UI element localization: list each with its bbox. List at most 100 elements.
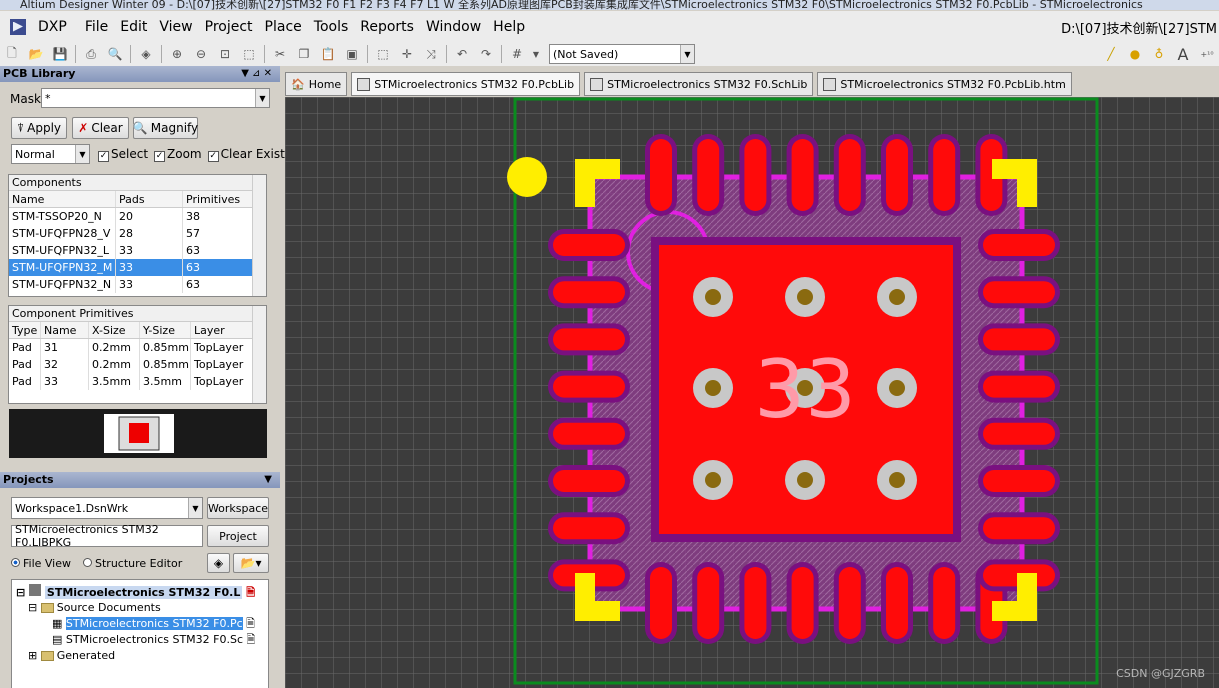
pad[interactable]: [744, 139, 767, 211]
chevron-down-icon[interactable]: ▼: [75, 145, 89, 163]
menu-tools[interactable]: Tools: [308, 19, 355, 35]
zoom-area-icon[interactable]: ⬚: [239, 44, 259, 64]
save-icon[interactable]: 💾: [50, 44, 70, 64]
project-options-button[interactable]: ◈: [207, 553, 230, 573]
tab-home[interactable]: 🏠 Home: [285, 72, 348, 96]
dxp-logo-icon[interactable]: [10, 18, 26, 35]
pad[interactable]: [983, 422, 1055, 445]
menu-dxp[interactable]: DXP: [32, 19, 73, 35]
string-tool-icon[interactable]: A: [1173, 44, 1193, 64]
primitives-header-cell[interactable]: Type: [9, 322, 41, 338]
pad[interactable]: [933, 567, 956, 639]
pad[interactable]: [553, 234, 625, 256]
menu-reports[interactable]: Reports: [354, 19, 420, 35]
tree-item-pcblib[interactable]: ▦ STMicroelectronics STM32 F0.Pc 🗎: [52, 616, 255, 632]
cut-icon[interactable]: ✂: [270, 44, 290, 64]
saved-state-combo[interactable]: (Not Saved) ▼: [549, 44, 695, 64]
grid-icon[interactable]: #: [507, 44, 527, 64]
mask-input[interactable]: * ▼: [41, 88, 270, 108]
pad[interactable]: [553, 517, 625, 540]
rubber-stamp-icon[interactable]: ▣: [342, 44, 362, 64]
pad[interactable]: [838, 139, 861, 211]
zoom-out-icon[interactable]: ⊖: [191, 44, 211, 64]
copy-icon[interactable]: ❐: [294, 44, 314, 64]
mode-select[interactable]: Normal ▼: [11, 144, 90, 164]
pad[interactable]: [983, 234, 1055, 256]
components-header-cell[interactable]: Primitives: [183, 191, 253, 207]
primitives-header-cell[interactable]: Layer: [191, 322, 253, 338]
components-row[interactable]: STM-UFQFPN32_L 33 63: [9, 242, 266, 259]
menu-view[interactable]: View: [153, 19, 198, 35]
pad[interactable]: [744, 567, 767, 639]
pad[interactable]: [791, 567, 814, 639]
tree-item-schlib[interactable]: ▤ STMicroelectronics STM32 F0.Sc 🗎: [52, 632, 255, 648]
line-tool-icon[interactable]: ╱: [1101, 44, 1121, 64]
print-icon[interactable]: ⎙: [81, 44, 101, 64]
paste-icon[interactable]: 📋: [318, 44, 338, 64]
select-area-icon[interactable]: ⬚: [373, 44, 393, 64]
coordinate-tool-icon[interactable]: +¹⁰: [1197, 44, 1217, 64]
magnify-button[interactable]: 🔍 Magnify: [133, 117, 198, 139]
pad[interactable]: [983, 375, 1055, 398]
pad[interactable]: [983, 328, 1055, 351]
components-row[interactable]: STM-UFQFPN28_V 28 57: [9, 225, 266, 242]
pad[interactable]: [553, 375, 625, 398]
components-header-cell[interactable]: Pads: [116, 191, 183, 207]
print-preview-icon[interactable]: 🔍: [105, 44, 125, 64]
clear-button[interactable]: ✗ Clear: [72, 117, 129, 139]
zoom-fit-icon[interactable]: ⊡: [215, 44, 235, 64]
pad[interactable]: [983, 517, 1055, 540]
components-row[interactable]: STM-UFQFPN32_N 33 63: [9, 276, 266, 293]
pad[interactable]: [983, 470, 1055, 492]
pad[interactable]: [553, 422, 625, 445]
primitives-header-cell[interactable]: Y-Size: [140, 322, 191, 338]
pad[interactable]: [886, 567, 908, 639]
primitives-header-cell[interactable]: X-Size: [89, 322, 140, 338]
components-row[interactable]: STM-UFQFPN32_M 33 63: [9, 259, 266, 276]
primitives-scrollbar[interactable]: [252, 306, 266, 403]
primitives-row[interactable]: Pad 31 0.2mm 0.85mm TopLayer: [9, 339, 266, 356]
file-view-radio[interactable]: File View: [11, 557, 71, 570]
pad[interactable]: [838, 567, 861, 639]
pad[interactable]: [697, 139, 720, 211]
menu-window[interactable]: Window: [420, 19, 487, 35]
tab-schlib[interactable]: STMicroelectronics STM32 F0.SchLib: [584, 72, 814, 96]
pad[interactable]: [650, 139, 672, 211]
tree-item-generated[interactable]: ⊞ Generated: [28, 648, 115, 664]
expand-icon[interactable]: ⊞: [28, 649, 37, 662]
pad[interactable]: [886, 139, 908, 211]
collapse-icon[interactable]: ⊟: [28, 601, 37, 614]
pad[interactable]: [933, 139, 956, 211]
components-header-cell[interactable]: Name: [9, 191, 116, 207]
pad[interactable]: [697, 567, 720, 639]
project-field[interactable]: STMicroelectronics STM32 F0.LIBPKG: [11, 523, 203, 549]
grid-dropdown-icon[interactable]: ▼: [531, 44, 541, 64]
structure-editor-radio[interactable]: Structure Editor: [83, 557, 182, 570]
workspace-button[interactable]: Workspace: [207, 497, 269, 519]
primitives-row[interactable]: Pad 33 3.5mm 3.5mm TopLayer: [9, 373, 266, 390]
pad[interactable]: [983, 281, 1055, 304]
workspace-select[interactable]: Workspace1.DsnWrk ▼: [11, 497, 203, 519]
primitives-row[interactable]: Pad 32 0.2mm 0.85mm TopLayer: [9, 356, 266, 373]
pad[interactable]: [791, 139, 814, 211]
chevron-down-icon[interactable]: ▼: [255, 89, 269, 107]
pad[interactable]: [650, 567, 672, 639]
apply-button[interactable]: ⍒ Apply: [11, 117, 67, 139]
pin-icon[interactable]: ▼ ⊿ ✕: [241, 66, 272, 82]
zoom-in-icon[interactable]: ⊕: [167, 44, 187, 64]
pad[interactable]: [553, 281, 625, 304]
project-button[interactable]: Project: [207, 525, 269, 547]
redo-icon[interactable]: ↷: [476, 44, 496, 64]
menu-file[interactable]: File: [79, 19, 114, 35]
via-tool-icon[interactable]: ♁: [1149, 44, 1169, 64]
menu-project[interactable]: Project: [199, 19, 259, 35]
move-icon[interactable]: ✛: [397, 44, 417, 64]
pad[interactable]: [553, 328, 625, 351]
component-preview[interactable]: [9, 409, 267, 458]
open-document-button[interactable]: 📂▾: [233, 553, 269, 573]
menu-edit[interactable]: Edit: [114, 19, 153, 35]
select-checkbox[interactable]: ✓ Select: [98, 147, 148, 162]
collapse-icon[interactable]: ⊟: [16, 586, 25, 599]
pad-tool-icon[interactable]: ●: [1125, 44, 1145, 64]
components-scrollbar[interactable]: [252, 175, 266, 296]
